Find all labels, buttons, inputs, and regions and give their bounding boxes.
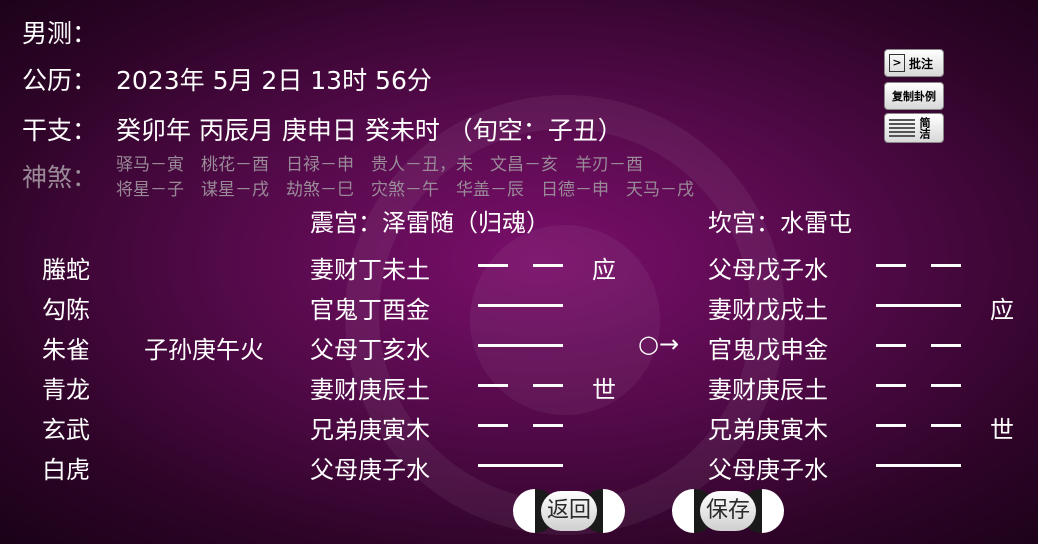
main-line-label-4: 妻财庚辰土 xyxy=(310,376,430,404)
changed-yao-5-right xyxy=(931,424,961,427)
calendar-label: 公历： xyxy=(22,66,98,95)
simple-view-button[interactable]: 简洁 xyxy=(884,113,944,143)
changed-yao-1-right xyxy=(931,264,961,267)
changed-line-label-5: 兄弟庚寅木 xyxy=(708,416,828,444)
chevron-right-icon: > xyxy=(889,54,905,72)
changed-yao-5-left xyxy=(876,424,906,427)
back-button-label: 返回 xyxy=(541,491,597,531)
changed-line-label-2: 妻财戊戌土 xyxy=(708,296,828,324)
copy-case-button-label: 复制卦例 xyxy=(892,90,936,103)
main-shiying-1: 应 xyxy=(592,256,616,284)
save-button[interactable]: 保存 xyxy=(672,487,784,535)
main-yao-2 xyxy=(478,304,563,307)
save-button-label: 保存 xyxy=(700,491,756,531)
main-line-label-6: 父母庚子水 xyxy=(310,456,430,484)
main-line-label-5: 兄弟庚寅木 xyxy=(310,416,430,444)
moving-line-marker: ○→ xyxy=(638,330,680,358)
changed-shiying-2: 应 xyxy=(990,296,1014,324)
main-shiying-4: 世 xyxy=(592,376,616,404)
simple-view-button-label: 简洁 xyxy=(918,117,931,139)
list-icon xyxy=(889,119,915,137)
main-yao-6 xyxy=(478,464,563,467)
liushen-3: 朱雀 xyxy=(42,336,90,364)
gender-label: 男测： xyxy=(22,19,98,48)
main-yao-4-left xyxy=(478,384,508,387)
liushen-6: 白虎 xyxy=(42,456,90,484)
calendar-value: 2023年 5月 2日 13时 56分 xyxy=(116,66,432,95)
shensha-line-1: 驿马－寅 桃花－酉 日禄－申 贵人－丑，未 文昌－亥 羊刃－酉 xyxy=(116,155,643,175)
fushen-label: 子孙庚午火 xyxy=(144,336,264,364)
main-yao-3 xyxy=(478,344,563,347)
shensha-label: 神煞： xyxy=(22,163,98,192)
ganzhi-label: 干支： xyxy=(22,116,98,145)
main-line-label-2: 官鬼丁酉金 xyxy=(310,296,430,324)
main-yao-1-left xyxy=(478,264,508,267)
changed-yao-4-right xyxy=(931,384,961,387)
main-yao-5-left xyxy=(478,424,508,427)
changed-line-label-1: 父母戊子水 xyxy=(708,256,828,284)
liushen-5: 玄武 xyxy=(42,416,90,444)
main-yao-5-right xyxy=(533,424,563,427)
liushen-4: 青龙 xyxy=(42,376,90,404)
main-yao-4-right xyxy=(533,384,563,387)
changed-shiying-5: 世 xyxy=(990,416,1014,444)
main-line-label-1: 妻财丁未土 xyxy=(310,256,430,284)
changed-line-label-6: 父母庚子水 xyxy=(708,456,828,484)
changed-yao-6 xyxy=(876,464,961,467)
back-button[interactable]: 返回 xyxy=(513,487,625,535)
main-line-label-3: 父母丁亥水 xyxy=(310,336,430,364)
changed-line-label-3: 官鬼戊申金 xyxy=(708,336,828,364)
main-gua-title: 震宫：泽雷随（归魂） xyxy=(310,209,550,237)
changed-yao-4-left xyxy=(876,384,906,387)
annotate-button[interactable]: > 批注 xyxy=(884,49,944,77)
changed-yao-3-left xyxy=(876,344,906,347)
liushen-1: 螣蛇 xyxy=(42,256,90,284)
changed-yao-1-left xyxy=(876,264,906,267)
ganzhi-value: 癸卯年 丙辰月 庚申日 癸未时 （旬空：子丑） xyxy=(116,116,623,145)
changed-yao-2 xyxy=(876,304,961,307)
annotate-button-label: 批注 xyxy=(909,56,934,71)
main-yao-1-right xyxy=(533,264,563,267)
liushen-2: 勾陈 xyxy=(42,296,90,324)
changed-gua-title: 坎宫：水雷屯 xyxy=(708,209,852,237)
shensha-line-2: 将星－子 谋星－戌 劫煞－巳 灾煞－午 华盖－辰 日德－申 天马－戌 xyxy=(116,180,694,200)
changed-line-label-4: 妻财庚辰土 xyxy=(708,376,828,404)
copy-case-button[interactable]: 复制卦例 xyxy=(884,82,944,110)
changed-yao-3-right xyxy=(931,344,961,347)
